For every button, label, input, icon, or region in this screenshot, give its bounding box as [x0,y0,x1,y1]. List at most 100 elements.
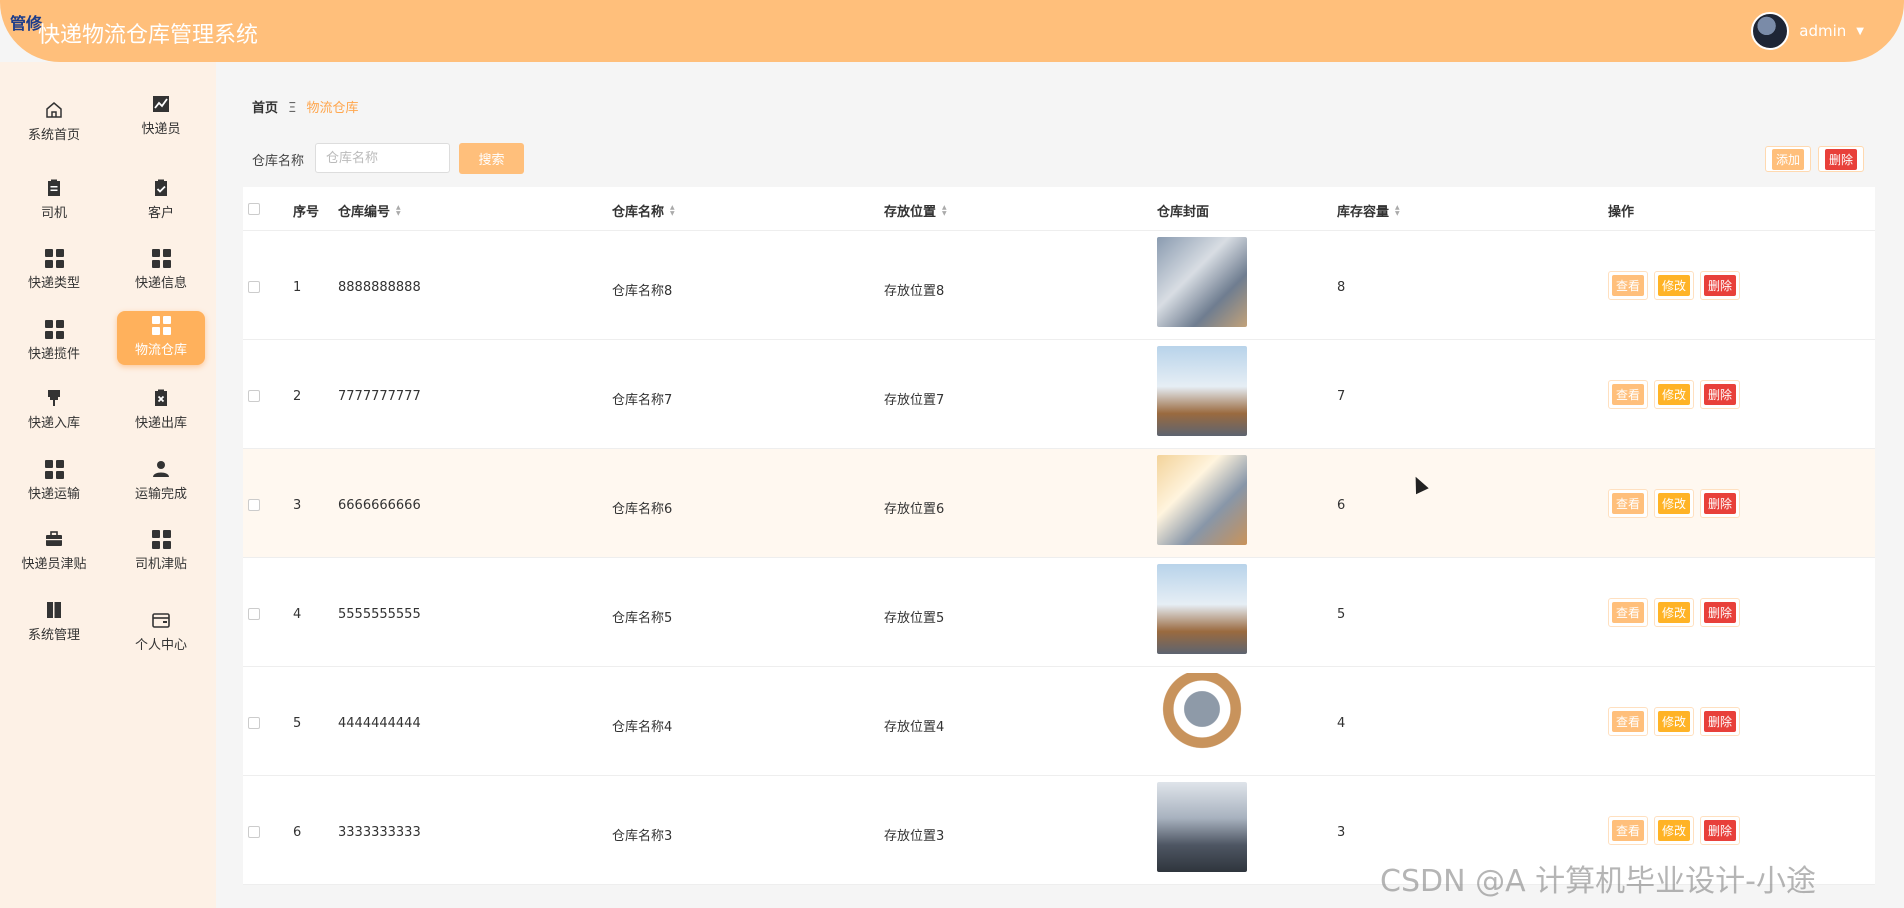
sort-icon: ▲ ▼ [942,203,947,217]
breadcrumb-home[interactable]: 首页 [252,101,278,116]
header-name[interactable]: 仓库名称 ▲ ▼ [612,201,675,220]
sidebar-item-transport[interactable]: 快递运输 [10,455,98,509]
cell-capacity: 6 [1337,498,1346,513]
view-button[interactable]: 查看 [1608,271,1649,300]
sidebar-item-drivers[interactable]: 司机 [10,174,98,228]
table-row[interactable]: 1 8888888888 仓库名称8 存放位置8 8 查看 修改 删除 [243,231,1875,340]
sidebar-item-driver-allowance[interactable]: 司机津贴 [117,525,205,579]
table-row[interactable]: 5 4444444444 仓库名称4 存放位置4 4 查看 修改 删除 [243,667,1875,776]
sidebar-item-outbound[interactable]: 快递出库 [117,384,205,438]
cell-capacity: 7 [1337,389,1346,404]
app-title: 快递物流仓库管理系统 [38,23,259,48]
delete-button[interactable]: 删除 [1700,271,1741,300]
cell-location: 存放位置8 [884,284,945,299]
row-checkbox[interactable] [248,390,260,402]
sidebar-item-inbound[interactable]: 快递入库 [10,384,98,438]
avatar[interactable] [1751,12,1790,50]
search-button[interactable]: 搜索 [459,143,524,174]
edit-button[interactable]: 修改 [1654,380,1695,409]
row-actions: 查看 修改 删除 [1608,707,1741,736]
sidebar-item-label: 物流仓库 [134,343,187,358]
sidebar-item-customers[interactable]: 客户 [117,174,205,228]
grid-icon [151,530,171,549]
sort-icon: ▲ ▼ [396,203,401,217]
header-cover: 仓库封面 [1157,205,1210,220]
sidebar-item-pickup[interactable]: 快递揽件 [10,315,98,369]
row-checkbox[interactable] [248,826,260,838]
cell-name: 仓库名称8 [612,284,673,299]
table-row[interactable]: 4 5555555555 仓库名称5 存放位置5 5 查看 修改 删除 [243,558,1875,667]
sidebar-item-label: 快递入库 [27,416,80,431]
sort-icon: ▲ ▼ [1395,203,1400,217]
cell-index: 6 [293,825,302,840]
row-checkbox[interactable] [248,499,260,511]
warehouse-table: 序号 仓库编号 ▲ ▼ 仓库名称 ▲ ▼ 存放位置 ▲ ▼ 仓库封面 库存容量 ▲ ▼ 操作 1… [243,187,1875,885]
header-operations: 操作 [1608,205,1635,220]
sidebar-item-label: 快递类型 [27,276,80,291]
view-button[interactable]: 查看 [1608,707,1649,736]
breadcrumb-current: 物流仓库 [306,101,359,116]
sidebar-item-label: 客户 [147,206,174,221]
chart-icon [153,96,169,112]
sidebar-item-couriers[interactable]: 快递员 [117,90,205,144]
cell-code: 5555555555 [338,607,421,622]
sidebar-item-label: 系统首页 [27,128,80,143]
row-actions: 查看 修改 删除 [1608,380,1741,409]
edit-button[interactable]: 修改 [1654,707,1695,736]
edit-button[interactable]: 修改 [1654,598,1695,627]
search-input[interactable] [315,143,450,173]
delete-button[interactable]: 删除 [1700,380,1741,409]
row-actions: 查看 修改 删除 [1608,816,1741,845]
warehouse-cover-image [1157,782,1247,872]
header-code[interactable]: 仓库编号 ▲ ▼ [338,201,401,220]
cell-location: 存放位置3 [884,829,945,844]
edit-button[interactable]: 修改 [1654,271,1695,300]
sidebar-item-label: 个人中心 [134,638,187,653]
header-location[interactable]: 存放位置 ▲ ▼ [884,201,947,220]
row-checkbox[interactable] [248,281,260,293]
table-header: 序号 仓库编号 ▲ ▼ 仓库名称 ▲ ▼ 存放位置 ▲ ▼ 仓库封面 库存容量 ▲ ▼ 操作 [243,187,1875,231]
select-all-checkbox[interactable] [248,203,260,215]
username[interactable]: admin [1799,22,1846,40]
grid-icon [151,316,171,335]
sidebar-item-home[interactable]: 系统首页 [10,96,98,150]
row-actions: 查看 修改 删除 [1608,489,1741,518]
user-menu[interactable]: admin ▼ [1751,12,1864,50]
sidebar-item-system[interactable]: 系统管理 [10,596,98,650]
view-button[interactable]: 查看 [1608,380,1649,409]
cell-name: 仓库名称5 [612,611,673,626]
table-row[interactable]: 2 7777777777 仓库名称7 存放位置7 7 查看 修改 删除 [243,340,1875,449]
table-row[interactable]: 3 6666666666 仓库名称6 存放位置6 6 查看 修改 删除 [243,449,1875,558]
row-actions: 查看 修改 删除 [1608,598,1741,627]
view-button[interactable]: 查看 [1608,598,1649,627]
delete-button[interactable]: 删除 [1700,816,1741,845]
bulk-delete-button[interactable]: 删除 [1818,146,1865,172]
sidebar-item-transport-done[interactable]: 运输完成 [117,455,205,509]
delete-button[interactable]: 删除 [1700,489,1741,518]
sidebar-item-warehouse[interactable]: 物流仓库 [117,311,205,365]
add-button[interactable]: 添加 [1765,146,1812,172]
view-button[interactable]: 查看 [1608,816,1649,845]
cell-code: 4444444444 [338,716,421,731]
sidebar-item-express-types[interactable]: 快递类型 [10,244,98,298]
row-checkbox[interactable] [248,608,260,620]
warehouse-cover-image [1157,455,1247,545]
edit-button[interactable]: 修改 [1654,489,1695,518]
view-button[interactable]: 查看 [1608,489,1649,518]
clipboard-x-icon [155,389,167,406]
header-capacity[interactable]: 库存容量 ▲ ▼ [1337,201,1400,220]
sidebar-item-express-info[interactable]: 快递信息 [117,244,205,298]
edit-button[interactable]: 修改 [1654,816,1695,845]
delete-button[interactable]: 删除 [1700,707,1741,736]
sidebar-item-label: 快递出库 [134,416,187,431]
row-checkbox[interactable] [248,717,260,729]
user-icon [153,461,169,477]
delete-button[interactable]: 删除 [1700,598,1741,627]
chevron-down-icon[interactable]: ▼ [1856,26,1864,37]
sidebar-item-courier-allowance[interactable]: 快递员津贴 [10,525,98,579]
sidebar-item-profile[interactable]: 个人中心 [117,606,205,660]
sidebar-item-label: 快递揽件 [27,347,80,362]
cell-name: 仓库名称7 [612,393,673,408]
search-label: 仓库名称 [252,154,305,169]
cell-location: 存放位置6 [884,502,945,517]
